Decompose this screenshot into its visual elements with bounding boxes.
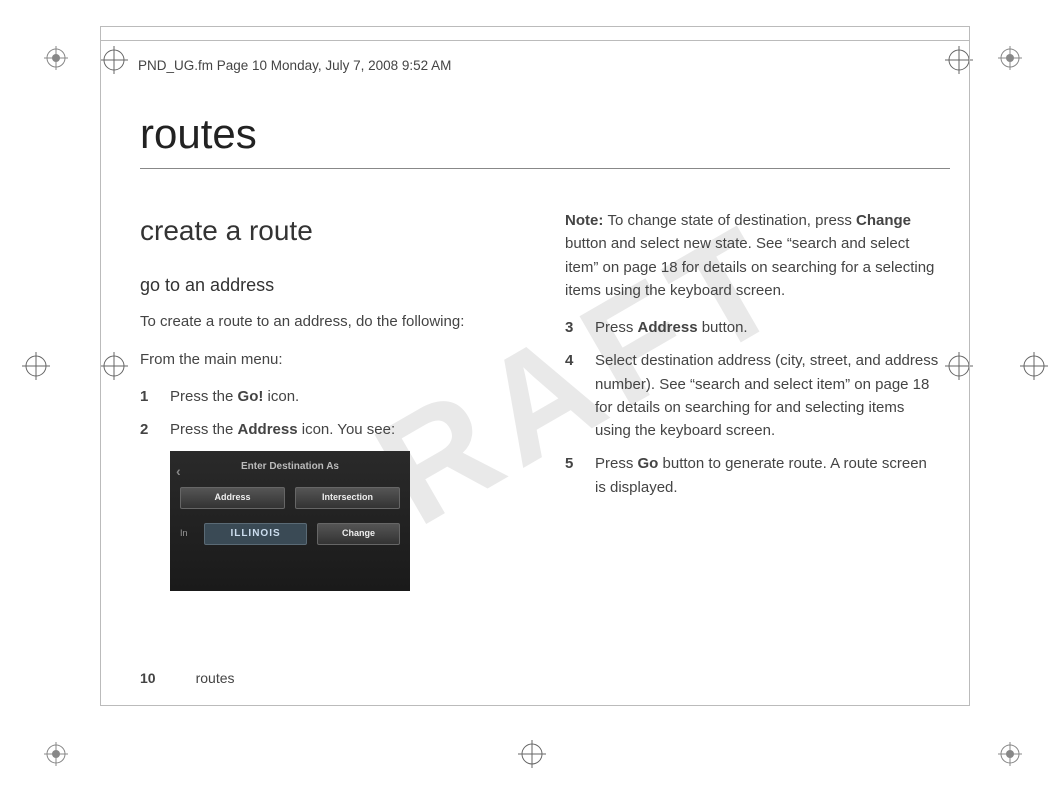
in-label: In — [180, 527, 194, 541]
crop-mark-icon — [22, 352, 50, 380]
step-1: 1 Press the Go! icon. — [140, 385, 515, 408]
step-number: 2 — [140, 418, 170, 441]
crop-mark-icon — [518, 740, 546, 768]
text: button. — [698, 319, 748, 336]
device-screenshot: ‹ Enter Destination As Address Intersect… — [170, 451, 410, 591]
bold-text: Go! — [238, 388, 264, 405]
intersection-button: Intersection — [295, 487, 400, 509]
text: icon. — [263, 388, 299, 405]
registration-mark-icon — [998, 742, 1022, 766]
bold-text: Go — [638, 455, 659, 472]
registration-mark-icon — [998, 46, 1022, 70]
text: icon. You see: — [298, 421, 396, 438]
text: Press — [595, 319, 638, 336]
bold-text: Address — [238, 421, 298, 438]
back-icon: ‹ — [176, 461, 181, 483]
bold-text: Change — [856, 212, 911, 229]
state-display: ILLINOIS — [204, 523, 307, 545]
note-paragraph: Note: To change state of destination, pr… — [565, 209, 940, 302]
step-number: 1 — [140, 385, 170, 408]
header-meta: PND_UG.fm Page 10 Monday, July 7, 2008 9… — [138, 58, 451, 73]
bold-text: Address — [638, 319, 698, 336]
left-column: create a route go to an address To creat… — [140, 209, 515, 591]
page-content: routes create a route go to an address T… — [140, 110, 940, 591]
note-label: Note: — [565, 212, 608, 229]
step-3: 3 Press Address button. — [565, 316, 940, 339]
page-footer: 10 routes — [140, 670, 235, 686]
step-number: 3 — [565, 316, 595, 339]
text: Press the — [170, 421, 238, 438]
registration-mark-icon — [44, 46, 68, 70]
right-column: Note: To change state of destination, pr… — [565, 209, 940, 591]
lead-text: From the main menu: — [140, 348, 515, 371]
page-title: routes — [140, 110, 950, 169]
text: Press — [595, 455, 638, 472]
registration-mark-icon — [44, 742, 68, 766]
text: button and select new state. See “search… — [565, 235, 934, 299]
step-4: 4 Select destination address (city, stre… — [565, 349, 940, 442]
step-2: 2 Press the Address icon. You see: — [140, 418, 515, 441]
step-text: Press Address button. — [595, 316, 940, 339]
section-heading: create a route — [140, 209, 515, 252]
step-5: 5 Press Go button to generate route. A r… — [565, 452, 940, 499]
step-text: Select destination address (city, street… — [595, 349, 940, 442]
crop-mark-icon — [1020, 352, 1048, 380]
header-rule — [100, 40, 970, 41]
screenshot-title: Enter Destination As — [180, 459, 400, 475]
intro-text: To create a route to an address, do the … — [140, 310, 515, 333]
text: Press the — [170, 388, 238, 405]
step-number: 4 — [565, 349, 595, 442]
sub-heading: go to an address — [140, 272, 515, 300]
footer-section: routes — [196, 670, 235, 686]
change-button: Change — [317, 523, 400, 545]
step-text: Press the Go! icon. — [170, 385, 515, 408]
address-button: Address — [180, 487, 285, 509]
step-number: 5 — [565, 452, 595, 499]
step-text: Press the Address icon. You see: — [170, 418, 515, 441]
text: To change state of destination, press — [608, 212, 857, 229]
page-number: 10 — [140, 670, 156, 686]
step-text: Press Go button to generate route. A rou… — [595, 452, 940, 499]
